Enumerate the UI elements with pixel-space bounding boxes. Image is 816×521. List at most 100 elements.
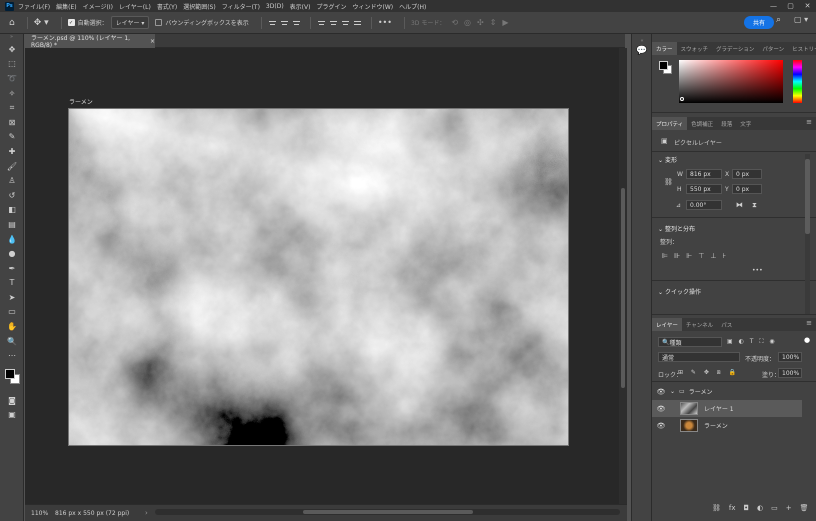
menu-help[interactable]: ヘルプ(H) bbox=[399, 2, 426, 11]
quick-actions-section[interactable]: ⌄ クイック操作 bbox=[658, 287, 701, 296]
history-brush-tool-icon[interactable]: ↺ bbox=[0, 188, 24, 203]
align-bottom-icon[interactable] bbox=[341, 18, 350, 27]
link-icon[interactable]: ⛓ bbox=[664, 178, 673, 186]
vertical-scroll-thumb[interactable] bbox=[621, 188, 625, 388]
blur-tool-icon[interactable]: 💧 bbox=[0, 232, 24, 247]
panel-foreground-swatch[interactable] bbox=[659, 61, 668, 70]
hand-tool-icon[interactable]: ✋ bbox=[0, 319, 24, 334]
foreground-color-swatch[interactable] bbox=[5, 369, 15, 380]
auto-select-checkbox[interactable]: ✓ bbox=[67, 19, 75, 26]
move-tool-icon[interactable]: ✥ ▾ bbox=[34, 18, 49, 28]
align-middle-v-icon[interactable] bbox=[329, 18, 338, 27]
tab-character[interactable]: 文字 bbox=[736, 117, 755, 130]
properties-scrollbar[interactable] bbox=[805, 154, 810, 314]
menu-plugins[interactable]: プラグイン bbox=[316, 2, 346, 11]
bounding-box-option[interactable]: バウンディングボックスを表示 bbox=[155, 18, 249, 27]
menu-image[interactable]: イメージ(I) bbox=[83, 2, 113, 11]
lasso-tool-icon[interactable]: ➰ bbox=[0, 71, 24, 86]
color-picker-field[interactable] bbox=[679, 60, 783, 103]
hue-slider[interactable] bbox=[793, 60, 802, 103]
layer-filter-dropdown[interactable]: 🔍 種類 bbox=[658, 337, 722, 347]
home-icon[interactable]: ⌂ bbox=[9, 18, 15, 28]
maximize-button[interactable]: ▢ bbox=[782, 0, 799, 12]
layer-row[interactable]: 👁 ラーメン bbox=[652, 417, 802, 434]
menu-filter[interactable]: フィルター(T) bbox=[222, 2, 260, 11]
properties-menu-icon[interactable]: ≡ bbox=[806, 118, 812, 126]
visibility-eye-icon[interactable]: 👁 bbox=[652, 422, 670, 430]
angle-input[interactable]: 0.00° bbox=[686, 200, 722, 210]
group-chevron-icon[interactable]: ⌄ bbox=[670, 388, 675, 395]
horizontal-scroll-thumb[interactable] bbox=[303, 510, 473, 514]
visibility-eye-icon[interactable]: 👁 bbox=[652, 388, 670, 396]
align-more-button[interactable]: ••• bbox=[752, 267, 763, 274]
tab-layers[interactable]: レイヤー bbox=[652, 318, 682, 331]
menu-view[interactable]: 表示(V) bbox=[290, 2, 311, 11]
tab-properties[interactable]: プロパティ bbox=[652, 117, 688, 130]
height-input[interactable]: 550 px bbox=[686, 184, 722, 194]
type-tool-icon[interactable]: T bbox=[0, 276, 24, 291]
fx-icon[interactable]: fx bbox=[729, 504, 736, 512]
flip-horizontal-icon[interactable]: ⧓ bbox=[736, 201, 743, 209]
zoom-tool-icon[interactable]: 🔍 bbox=[0, 334, 24, 349]
rectangle-tool-icon[interactable]: ▭ bbox=[0, 305, 24, 320]
tab-gradients[interactable]: グラデーション bbox=[712, 42, 758, 55]
comments-icon[interactable]: 💬 bbox=[636, 46, 648, 57]
horizontal-scrollbar[interactable] bbox=[155, 509, 620, 515]
bounding-box-checkbox[interactable] bbox=[155, 19, 163, 26]
fill-input[interactable]: 100% bbox=[778, 368, 802, 378]
link-layers-icon[interactable]: ⛓ bbox=[712, 504, 721, 512]
visibility-eye-icon[interactable]: 👁 bbox=[652, 405, 670, 413]
toolbar-collapse-icon[interactable]: » bbox=[0, 34, 23, 42]
pen-tool-icon[interactable]: ✒ bbox=[0, 261, 24, 276]
add-mask-icon[interactable]: ◘ bbox=[744, 504, 750, 512]
artboard-label[interactable]: ラーメン bbox=[69, 97, 93, 106]
clone-stamp-tool-icon[interactable]: ♙ bbox=[0, 173, 24, 188]
status-arrow-icon[interactable]: › bbox=[145, 509, 148, 517]
crop-tool-icon[interactable]: ⌗ bbox=[0, 100, 24, 115]
x-input[interactable]: 0 px bbox=[732, 169, 762, 179]
magic-wand-tool-icon[interactable]: ✧ bbox=[0, 86, 24, 101]
artboard-canvas[interactable] bbox=[68, 108, 569, 446]
screen-mode-icon[interactable]: ▣ bbox=[0, 408, 24, 423]
layer-filter-icons[interactable]: ▣ ◐ T ⛶ ◉ bbox=[727, 338, 777, 346]
color-picker-handle[interactable] bbox=[680, 97, 684, 101]
roll-3d-icon[interactable]: ◎ bbox=[464, 18, 471, 27]
distribute-icon[interactable] bbox=[353, 18, 362, 27]
layer-group-row[interactable]: 👁 ⌄ ▭ ラーメン bbox=[652, 383, 802, 400]
new-layer-icon[interactable]: + bbox=[786, 504, 792, 512]
align-section[interactable]: ⌄ 整列と分布 bbox=[658, 224, 695, 233]
frame-tool-icon[interactable]: ⊠ bbox=[0, 115, 24, 130]
zoom-level[interactable]: 110% bbox=[25, 510, 55, 517]
brush-tool-icon[interactable]: 🖌 bbox=[0, 159, 24, 174]
marquee-tool-icon[interactable]: ⬚ bbox=[0, 57, 24, 72]
workspace-icon[interactable]: ▢ ▾ bbox=[794, 15, 808, 24]
tab-channels[interactable]: チャンネル bbox=[682, 318, 717, 331]
vertical-scrollbar[interactable] bbox=[619, 48, 627, 504]
align-buttons-icon[interactable]: ⊫⊪⊩⊤⊥⊦ bbox=[662, 252, 732, 260]
properties-scroll-thumb[interactable] bbox=[805, 159, 810, 234]
document-size-info[interactable]: 816 px x 550 px (72 ppi) bbox=[55, 510, 145, 517]
orbit-3d-icon[interactable]: ⟲ bbox=[451, 18, 458, 27]
align-top-icon[interactable] bbox=[317, 18, 326, 27]
lock-icons[interactable]: ⊞ ✎ ✥ ⧈ 🔒 bbox=[678, 369, 739, 377]
transform-section[interactable]: ⌄ 変形 bbox=[658, 155, 677, 164]
menu-layer[interactable]: レイヤー(L) bbox=[119, 2, 151, 11]
blend-mode-dropdown[interactable]: 通常 bbox=[658, 352, 740, 362]
delete-layer-icon[interactable]: 🗑 bbox=[800, 504, 809, 512]
adjustment-layer-icon[interactable]: ◐ bbox=[757, 504, 763, 512]
healing-brush-tool-icon[interactable]: ✚ bbox=[0, 144, 24, 159]
menu-type[interactable]: 書式(Y) bbox=[157, 2, 177, 11]
camera-3d-icon[interactable]: ▶ bbox=[502, 18, 508, 27]
layers-menu-icon[interactable]: ≡ bbox=[806, 319, 812, 327]
quick-mask-icon[interactable]: ◙ bbox=[0, 393, 24, 408]
path-selection-tool-icon[interactable]: ➤ bbox=[0, 290, 24, 305]
dodge-tool-icon[interactable]: ● bbox=[0, 246, 24, 261]
slide-3d-icon[interactable]: ⇕ bbox=[490, 18, 497, 27]
color-swatches[interactable] bbox=[0, 363, 23, 393]
new-group-icon[interactable]: ▭ bbox=[771, 504, 778, 512]
eyedropper-tool-icon[interactable]: ✎ bbox=[0, 130, 24, 145]
menu-edit[interactable]: 編集(E) bbox=[56, 2, 76, 11]
pan-3d-icon[interactable]: ✣ bbox=[477, 18, 484, 27]
align-left-icon[interactable] bbox=[268, 18, 277, 27]
menu-select[interactable]: 選択範囲(S) bbox=[183, 2, 216, 11]
